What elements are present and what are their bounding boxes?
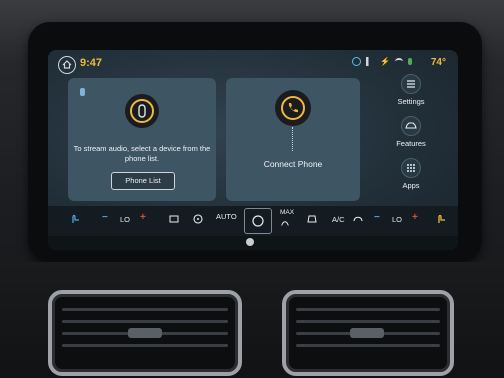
menu-label-settings: Settings	[397, 97, 425, 106]
phone-icon	[288, 103, 298, 113]
clock: 9:47	[80, 57, 103, 69]
passenger-temp-value: LO	[392, 215, 403, 224]
bluetooth-icon: ⚡	[380, 57, 390, 66]
wifi-icon	[395, 58, 403, 65]
screen-bottom-edge	[48, 236, 458, 250]
phone-status-icon	[408, 58, 412, 65]
phone-badge	[275, 90, 311, 126]
audio-source-card[interactable]: To stream audio, select a device from th…	[68, 78, 216, 201]
menu-label-features: Features	[396, 139, 426, 148]
home-icon	[62, 60, 72, 69]
auto-climate-button[interactable]: AUTO	[216, 212, 237, 221]
apps-grid-icon	[401, 158, 421, 178]
status-icons: ⚡	[352, 57, 412, 66]
rear-defrost-icon[interactable]	[168, 213, 180, 225]
passenger-temp-up-button[interactable]: +	[412, 212, 418, 223]
menu-item-features[interactable]: Features	[374, 116, 448, 148]
connect-phone-card[interactable]: Connect Phone	[226, 78, 360, 201]
home-button[interactable]	[58, 56, 76, 74]
max-defrost-icon	[281, 221, 289, 226]
passenger-temp-down-button[interactable]: −	[374, 212, 380, 223]
driver-temp-down-button[interactable]: −	[102, 212, 108, 223]
left-air-vent[interactable]	[48, 290, 242, 376]
phone-list-button[interactable]: Phone List	[111, 172, 175, 190]
recirculation-icon[interactable]	[352, 213, 364, 225]
audio-message: To stream audio, select a device from th…	[73, 144, 211, 163]
front-defrost-icon[interactable]	[306, 213, 318, 225]
driver-temp-up-button[interactable]: +	[140, 212, 146, 223]
connect-phone-label: Connect Phone	[263, 159, 323, 169]
max-defrost-button[interactable]: MAX	[280, 209, 294, 216]
fan-icon[interactable]	[192, 213, 204, 225]
signal-icon	[366, 57, 376, 66]
status-bar: 9:47 ⚡ 74°	[48, 50, 458, 76]
audio-device-icon	[138, 104, 146, 118]
climate-bar: − LO + AUTO MAX A/C − LO +	[48, 206, 458, 236]
menu-item-settings[interactable]: Settings	[374, 74, 448, 106]
ac-button[interactable]: A/C	[332, 215, 345, 224]
audio-badge	[125, 94, 159, 128]
right-menu: Settings Features Apps	[374, 74, 448, 204]
heated-seat-driver-icon[interactable]	[70, 213, 82, 225]
outside-temperature: 74°	[430, 57, 446, 68]
camera-icon	[246, 238, 254, 246]
heated-steering-icon	[252, 215, 264, 227]
menu-label-apps: Apps	[402, 181, 420, 190]
connection-line	[292, 127, 294, 151]
right-air-vent[interactable]	[282, 290, 454, 376]
menu-item-apps[interactable]: Apps	[374, 158, 448, 190]
steering-heat-button[interactable]	[244, 208, 272, 234]
bluetooth-indicator-icon	[80, 88, 85, 96]
vent-adjuster-left[interactable]	[128, 328, 162, 338]
driver-temp-value: LO	[120, 215, 131, 224]
car-icon	[401, 116, 421, 136]
infotainment-screen: 9:47 ⚡ 74° To stream audio, select a dev…	[48, 50, 458, 250]
alexa-icon	[352, 57, 362, 66]
vent-adjuster-right[interactable]	[350, 328, 384, 338]
heated-seat-passenger-icon[interactable]	[436, 213, 448, 225]
sliders-icon	[401, 74, 421, 94]
